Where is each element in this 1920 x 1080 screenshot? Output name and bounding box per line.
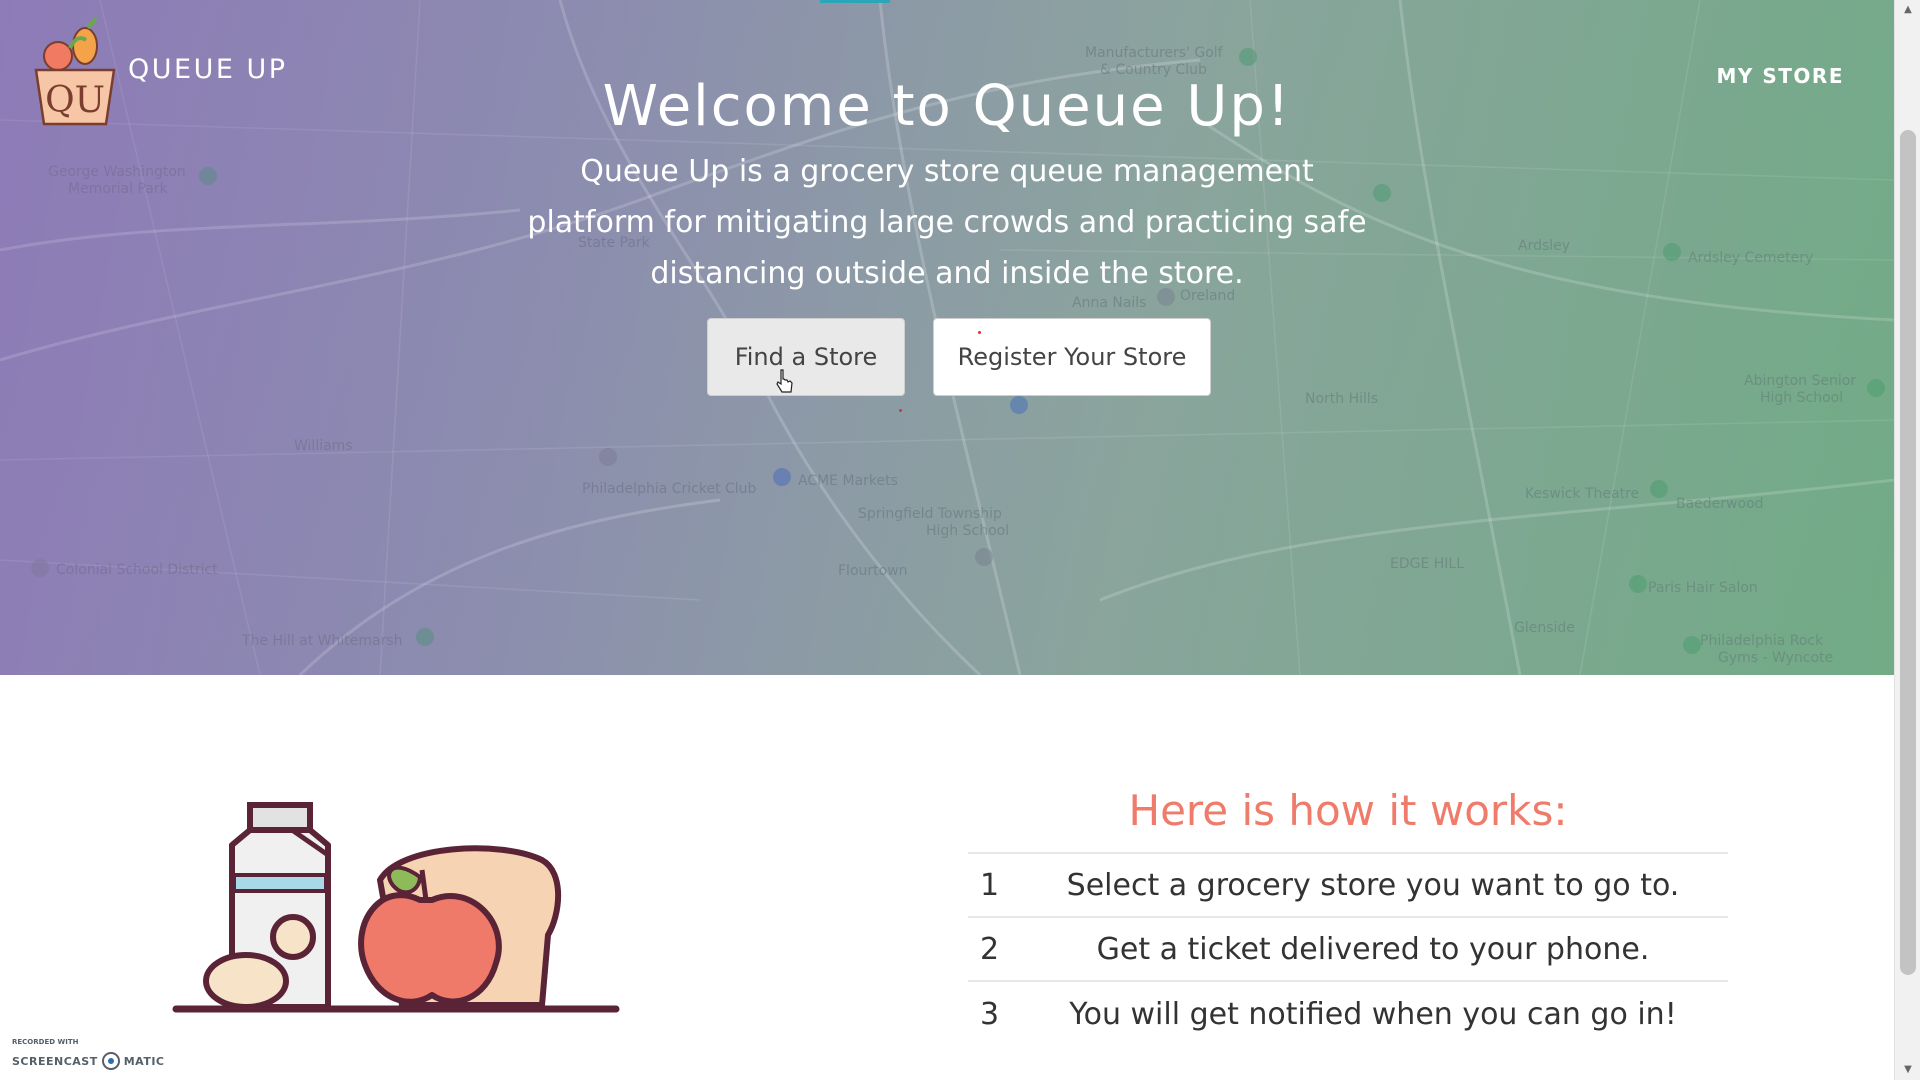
red-dot-marker bbox=[978, 331, 981, 334]
hero-description-line: Queue Up is a grocery store queue manage… bbox=[580, 154, 1314, 189]
pointer-cursor-icon bbox=[776, 369, 793, 393]
scroll-down-arrow-icon[interactable]: ▼ bbox=[1895, 1060, 1920, 1080]
scroll-thumb[interactable] bbox=[1900, 130, 1916, 975]
watermark-main: SCREENCAST MATIC bbox=[12, 1052, 165, 1070]
watermark-top-text: RECORDED WITH bbox=[12, 1038, 79, 1046]
step-number: 1 bbox=[980, 867, 1000, 903]
hero-description-line: distancing outside and inside the store. bbox=[650, 256, 1244, 291]
table-row: 3 You will get notified when you can go … bbox=[968, 982, 1728, 1046]
step-text: You will get notified when you can go in… bbox=[1069, 996, 1677, 1032]
find-store-button[interactable]: Find a Store bbox=[707, 318, 905, 396]
hero-section: Manufacturers' Golf& Country Club George… bbox=[0, 0, 1894, 675]
watermark-left-text: SCREENCAST bbox=[12, 1054, 98, 1068]
register-store-button[interactable]: Register Your Store bbox=[933, 318, 1211, 396]
watermark-logo-icon bbox=[101, 1052, 120, 1070]
screencast-watermark: RECORDED WITH SCREENCAST MATIC bbox=[12, 1038, 172, 1074]
page-scrollbar[interactable]: ▲ ▼ bbox=[1894, 0, 1920, 1080]
scroll-up-arrow-icon[interactable]: ▲ bbox=[1895, 0, 1920, 20]
hero-description: Queue Up is a grocery store queue manage… bbox=[497, 146, 1397, 299]
hero-title: Welcome to Queue Up! bbox=[602, 74, 1292, 139]
watermark-right-text: MATIC bbox=[123, 1054, 165, 1068]
step-number: 3 bbox=[980, 996, 1000, 1032]
step-number: 2 bbox=[980, 931, 1000, 967]
step-text: Get a ticket delivered to your phone. bbox=[1096, 931, 1650, 967]
table-row: 2 Get a ticket delivered to your phone. bbox=[968, 918, 1728, 982]
steps-table: 1 Select a grocery store you want to go … bbox=[968, 852, 1728, 1046]
top-accent-bar bbox=[820, 0, 890, 3]
red-dot-marker bbox=[899, 409, 902, 412]
step-text: Select a grocery store you want to go to… bbox=[1066, 867, 1680, 903]
hero-description-line: platform for mitigating large crowds and… bbox=[527, 205, 1367, 240]
how-it-works-title: Here is how it works: bbox=[1128, 786, 1568, 835]
table-row: 1 Select a grocery store you want to go … bbox=[968, 854, 1728, 918]
grocery-illustration bbox=[172, 802, 620, 1013]
